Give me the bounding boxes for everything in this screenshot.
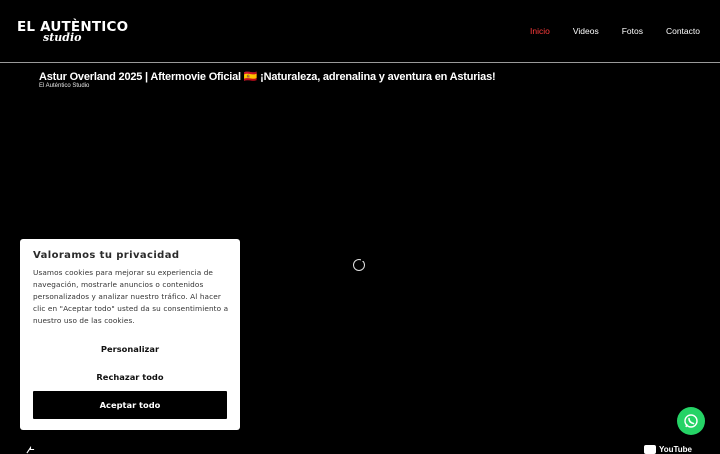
logo-sub-text: studio bbox=[43, 31, 82, 44]
site-header: EL AUTÈNTICO studio Inicio Videos Fotos … bbox=[0, 0, 720, 63]
nav-item-inicio[interactable]: Inicio bbox=[530, 26, 550, 36]
accept-all-button[interactable]: Aceptar todo bbox=[33, 391, 227, 419]
nav-item-contacto[interactable]: Contacto bbox=[666, 26, 700, 36]
whatsapp-icon bbox=[684, 414, 698, 428]
main-nav: Inicio Videos Fotos Contacto bbox=[530, 26, 700, 36]
whatsapp-button[interactable] bbox=[677, 407, 705, 435]
loading-spinner-icon bbox=[353, 258, 365, 271]
cookie-text: Usamos cookies para mejorar su experienc… bbox=[33, 268, 229, 326]
nav-item-videos[interactable]: Videos bbox=[573, 26, 599, 36]
video-channel[interactable]: El Auténtico Studio bbox=[39, 83, 89, 89]
nav-item-fotos[interactable]: Fotos bbox=[622, 26, 643, 36]
site-logo[interactable]: EL AUTÈNTICO studio bbox=[17, 19, 128, 45]
cookie-title: Valoramos tu privacidad bbox=[33, 250, 180, 261]
customize-button[interactable]: Personalizar bbox=[33, 336, 227, 363]
video-title[interactable]: Astur Overland 2025 | Aftermovie Oficial… bbox=[39, 70, 496, 83]
reject-all-button[interactable]: Rechazar todo bbox=[33, 364, 227, 391]
cookie-consent-dialog: Valoramos tu privacidad Usamos cookies p… bbox=[20, 239, 240, 430]
